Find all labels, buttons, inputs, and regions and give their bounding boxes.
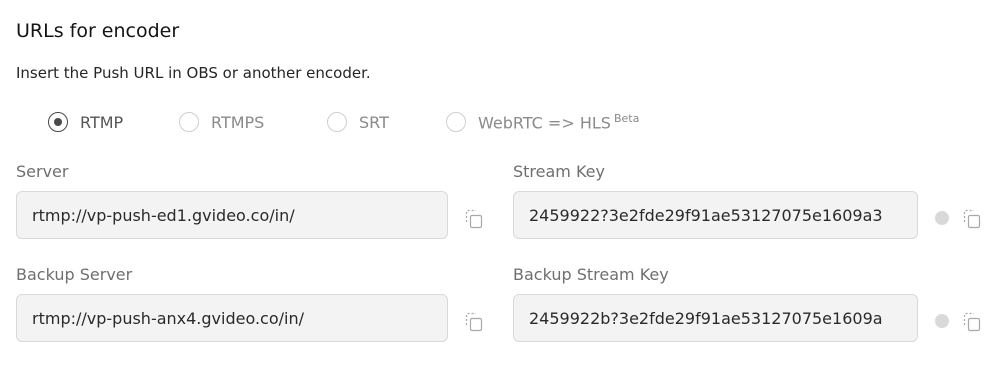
page-title: URLs for encoder	[16, 20, 180, 42]
radio-circle-icon	[446, 112, 466, 132]
radio-label-webrtc-text: WebRTC => HLS	[478, 113, 611, 133]
server-label: Server	[16, 162, 69, 181]
radio-webrtc-hls[interactable]: WebRTC => HLS Beta	[446, 110, 639, 134]
beta-badge: Beta	[613, 111, 640, 125]
radio-rtmps[interactable]: RTMPS	[179, 110, 264, 134]
visibility-toggle-icon[interactable]	[935, 314, 949, 328]
radio-label-srt: SRT	[359, 112, 389, 132]
radio-circle-icon	[179, 112, 199, 132]
radio-circle-checked-icon	[48, 112, 68, 132]
copy-icon[interactable]	[963, 312, 981, 332]
stream-key-field[interactable]: 2459922?3e2fde29f91ae53127075e1609a3	[513, 191, 918, 239]
copy-icon[interactable]	[465, 312, 483, 332]
server-field[interactable]: rtmp://vp-push-ed1.gvideo.co/in/	[16, 191, 448, 239]
radio-label-rtmps: RTMPS	[211, 112, 265, 132]
backup-stream-key-label: Backup Stream Key	[513, 265, 669, 284]
backup-server-field[interactable]: rtmp://vp-push-anx4.gvideo.co/in/	[16, 294, 448, 342]
backup-server-label: Backup Server	[16, 265, 133, 284]
backup-server-value: rtmp://vp-push-anx4.gvideo.co/in/	[32, 308, 305, 328]
copy-icon[interactable]	[465, 209, 483, 229]
backup-stream-key-field[interactable]: 2459922b?3e2fde29f91ae53127075e1609a	[513, 294, 918, 342]
copy-icon[interactable]	[963, 209, 981, 229]
radio-rtmp[interactable]: RTMP	[48, 110, 123, 134]
server-value: rtmp://vp-push-ed1.gvideo.co/in/	[32, 205, 295, 225]
backup-stream-key-value: 2459922b?3e2fde29f91ae53127075e1609a	[529, 308, 883, 328]
page-subtitle: Insert the Push URL in OBS or another en…	[16, 64, 371, 82]
stream-key-label: Stream Key	[513, 162, 605, 181]
radio-label-rtmp: RTMP	[80, 112, 124, 132]
visibility-toggle-icon[interactable]	[935, 211, 949, 225]
stream-key-value: 2459922?3e2fde29f91ae53127075e1609a3	[529, 205, 883, 225]
radio-label-webrtc-hls: WebRTC => HLS Beta	[478, 112, 639, 132]
radio-circle-icon	[327, 112, 347, 132]
radio-srt[interactable]: SRT	[327, 110, 389, 134]
